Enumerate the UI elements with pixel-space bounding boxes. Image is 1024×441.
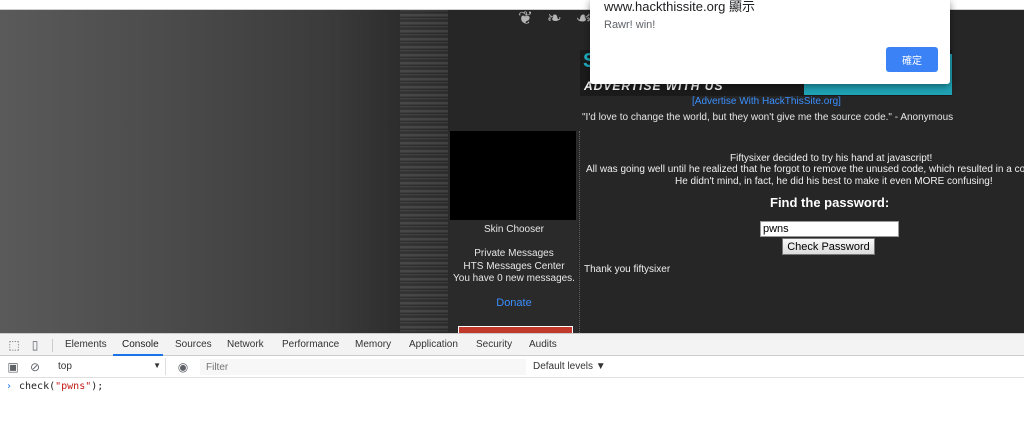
private-messages-heading: Private Messages xyxy=(474,248,554,259)
dialog-ok-button[interactable]: 確定 xyxy=(886,47,938,72)
sidebar-toggle-icon[interactable]: ▣ xyxy=(6,360,20,374)
context-select[interactable]: top ▼ xyxy=(50,358,166,375)
code-prefix: check( xyxy=(19,381,56,392)
tab-console[interactable]: Console xyxy=(122,339,159,350)
clear-console-icon[interactable]: ⊘ xyxy=(28,360,42,374)
new-messages-text: You have 0 new messages. xyxy=(453,273,575,284)
check-password-button[interactable]: Check Password xyxy=(782,238,875,255)
console-entry: › check("pwns"); xyxy=(0,378,1024,398)
messages-center-link[interactable]: HTS Messages Center xyxy=(448,261,580,272)
tab-audits[interactable]: Audits xyxy=(529,339,557,350)
background-texture xyxy=(400,10,450,333)
dialog-message: Rawr! win! xyxy=(604,19,656,31)
password-input[interactable] xyxy=(760,221,899,237)
tab-network[interactable]: Network xyxy=(227,339,264,350)
page-background xyxy=(0,10,448,333)
thanks-text: Thank you fiftysixer xyxy=(584,264,671,275)
sidebar-image-placeholder xyxy=(450,131,576,220)
console-toolbar: ▣ ⊘ top ▼ ◉ Default levels ▼ xyxy=(0,356,1024,378)
column-divider xyxy=(579,131,580,333)
console-prompt-icon: › xyxy=(6,381,13,392)
mission-line-2: All was going well until he realized tha… xyxy=(586,164,1024,175)
alert-dialog: www.hackthissite.org 顯示 Rawr! win! 確定 xyxy=(590,0,950,84)
tab-sources[interactable]: Sources xyxy=(175,339,212,350)
console-input-text[interactable]: check("pwns"); xyxy=(19,381,103,392)
dialog-title: www.hackthissite.org 顯示 xyxy=(604,0,755,14)
tab-performance[interactable]: Performance xyxy=(282,339,339,350)
donate-link[interactable]: Donate xyxy=(448,297,580,309)
chevron-down-icon: ▼ xyxy=(153,361,161,370)
tab-memory[interactable]: Memory xyxy=(355,339,391,350)
eye-icon[interactable]: ◉ xyxy=(176,360,190,374)
toolbar-divider xyxy=(52,339,53,352)
devtools-panel: ⬚ ▯ Elements Console Sources Network Per… xyxy=(0,333,1024,441)
advertise-link[interactable]: [Advertise With HackThisSite.org] xyxy=(692,96,841,107)
tab-application[interactable]: Application xyxy=(409,339,458,350)
code-suffix: ); xyxy=(91,381,104,392)
tab-security[interactable]: Security xyxy=(476,339,512,350)
log-levels-dropdown[interactable]: Default levels ▼ xyxy=(533,361,606,372)
code-string: "pwns" xyxy=(55,381,92,392)
mission-line-1: Fiftysixer decided to try his hand at ja… xyxy=(730,153,933,164)
device-toolbar-icon[interactable]: ▯ xyxy=(28,338,42,352)
donate-badge[interactable] xyxy=(458,326,573,333)
devtools-tab-bar: ⬚ ▯ Elements Console Sources Network Per… xyxy=(0,333,1024,356)
skin-chooser-label[interactable]: Skin Chooser xyxy=(448,224,580,235)
find-password-heading: Find the password: xyxy=(770,195,890,210)
quote-text: "I'd love to change the world, but they … xyxy=(582,112,954,123)
console-filter-input[interactable] xyxy=(200,359,526,375)
context-select-value: top xyxy=(58,361,72,372)
tab-elements[interactable]: Elements xyxy=(65,339,107,350)
browser-viewport: ❦ ❧ ☙ ❦ ✤ ❧ ❦ ☙ ✤ ❦ ❧ ☙ ❦ ❦ ❧ S ADVERTIS… xyxy=(0,0,1024,333)
inspect-element-icon[interactable]: ⬚ xyxy=(7,338,21,352)
mission-line-3: He didn't mind, in fact, he did his best… xyxy=(675,176,993,187)
